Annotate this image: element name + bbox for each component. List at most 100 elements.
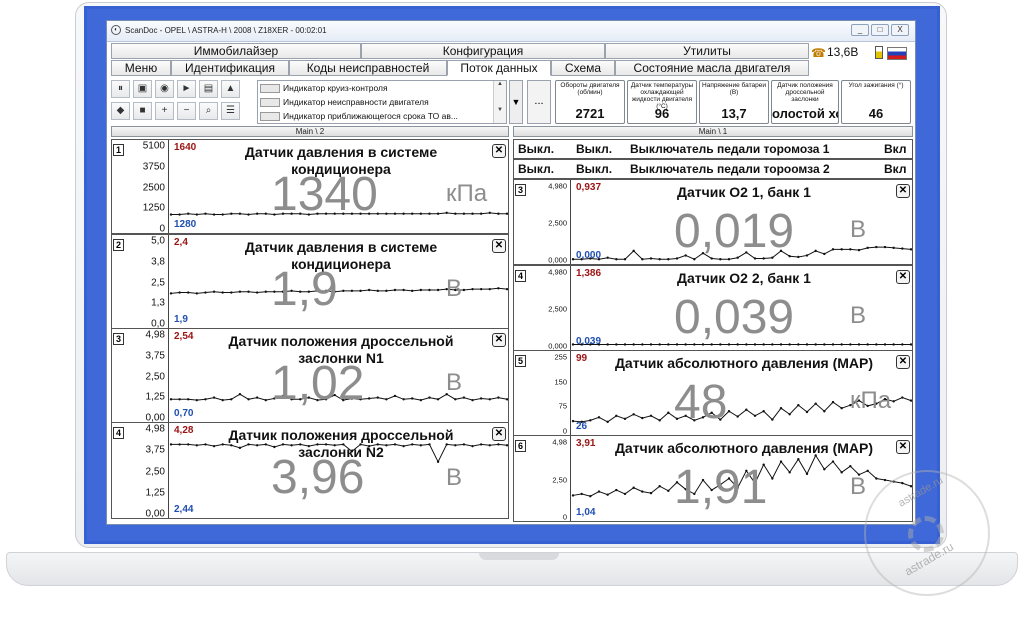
binary-state: Вкл <box>884 142 907 156</box>
data-point <box>212 290 216 293</box>
panel-title: Датчик абсолютного давления (MAP) <box>614 355 874 371</box>
maximize-button[interactable]: □ <box>871 24 889 36</box>
flag-ru-icon[interactable] <box>887 47 907 60</box>
data-point <box>238 212 242 215</box>
data-point <box>615 258 618 261</box>
tab-data-stream[interactable]: Поток данных <box>447 60 551 76</box>
y-tick: 2,500 <box>548 218 567 228</box>
data-point <box>667 489 670 493</box>
play-button[interactable]: ► <box>177 80 196 98</box>
scroll-down-icon[interactable]: ▼ <box>494 107 506 113</box>
data-point <box>204 212 207 215</box>
max-value: 1640 <box>174 142 197 153</box>
leaf-button[interactable]: ◆ <box>111 102 130 120</box>
menu-immobilizer[interactable]: Иммобилайзер <box>111 43 361 59</box>
max-value: 2,4 <box>174 237 188 248</box>
close-panel-button[interactable]: ✕ <box>896 355 910 369</box>
tab-scheme[interactable]: Схема <box>551 60 615 76</box>
data-point <box>597 490 601 493</box>
min-value: 1280 <box>174 219 197 230</box>
y-tick: 2,50 <box>145 371 165 382</box>
min-value: 1,9 <box>174 314 188 325</box>
data-point <box>376 396 379 399</box>
led-icon <box>260 84 280 94</box>
minimize-button[interactable]: _ <box>851 24 869 36</box>
graph-button[interactable]: ▲ <box>221 80 240 98</box>
data-point <box>505 287 508 291</box>
param-value: 13,7 <box>721 106 747 121</box>
data-point <box>840 248 843 251</box>
tab-fault-codes[interactable]: Коды неисправностей <box>289 60 447 76</box>
data-point <box>367 397 371 400</box>
data-point <box>264 398 267 402</box>
record-button[interactable]: ◉ <box>155 80 174 98</box>
current-value: 1340 <box>271 168 378 221</box>
indicator-item[interactable]: Индикатор неисправности двигателя <box>260 96 494 109</box>
data-point <box>402 288 405 292</box>
data-point <box>402 212 405 215</box>
close-panel-button[interactable]: ✕ <box>492 239 506 253</box>
max-value: 4,28 <box>174 425 194 436</box>
data-point <box>632 413 635 416</box>
data-point <box>187 443 190 446</box>
zoom-fit-button[interactable]: ⌕ <box>199 102 218 120</box>
zoom-in-button[interactable]: + <box>155 102 174 120</box>
data-point <box>623 417 627 421</box>
tab-identification[interactable]: Идентификация <box>171 60 289 76</box>
panel-title: Датчик давления в системе кондиционера <box>244 239 438 272</box>
data-point <box>849 343 852 346</box>
y-tick: 5,0 <box>151 235 165 247</box>
close-panel-button[interactable]: ✕ <box>896 440 910 454</box>
data-point <box>230 291 233 294</box>
current-value: 0,019 <box>674 205 795 258</box>
list-button[interactable]: ☰ <box>221 102 240 120</box>
indicator-label: Индикатор приближающегося срока ТО ав... <box>283 111 458 121</box>
sensor-panel: 4,980 2,500 0,000 3 0,937 0,000 Датчик O2 1, б… <box>513 179 913 265</box>
data-point <box>255 212 259 215</box>
stop-button[interactable]: ■ <box>133 102 152 120</box>
close-button[interactable]: X <box>891 24 909 36</box>
data-point <box>359 289 362 293</box>
data-point <box>471 287 474 291</box>
save-button[interactable]: ▣ <box>133 80 152 98</box>
close-panel-button[interactable]: ✕ <box>896 270 910 284</box>
data-point <box>883 478 887 482</box>
data-point <box>641 490 644 493</box>
data-point <box>247 213 250 216</box>
data-point <box>632 486 635 489</box>
data-point <box>814 343 817 346</box>
tab-menu[interactable]: Меню <box>111 60 171 76</box>
data-point <box>580 492 583 496</box>
laptop-notch <box>479 553 559 560</box>
scroll-up-icon[interactable]: ▲ <box>494 81 506 87</box>
y-tick: 5100 <box>142 140 165 152</box>
data-point <box>385 289 388 293</box>
data-point <box>571 419 575 423</box>
data-point <box>779 407 783 410</box>
data-point <box>402 398 405 401</box>
pause-button[interactable]: ⏸ <box>111 80 130 98</box>
more-button[interactable]: ... <box>527 80 551 124</box>
close-panel-button[interactable]: ✕ <box>492 144 506 158</box>
indicator-item[interactable]: Индикатор круиз-контроля <box>260 82 494 95</box>
panel-title: Датчик абсолютного давления (MAP) <box>614 440 874 456</box>
zoom-out-button[interactable]: − <box>177 102 196 120</box>
close-panel-button[interactable]: ✕ <box>492 333 506 347</box>
menu-configuration[interactable]: Конфигурация <box>361 43 605 59</box>
y-tick: 2,5 <box>151 277 165 288</box>
data-point <box>623 343 627 346</box>
list-scrollbar[interactable]: ▲ ▼ <box>493 81 506 123</box>
close-panel-button[interactable]: ✕ <box>896 184 910 198</box>
led-icon <box>260 98 280 108</box>
data-point <box>571 343 575 346</box>
folder-button[interactable]: ▤ <box>199 80 218 98</box>
data-point <box>497 287 500 290</box>
data-point <box>195 444 199 447</box>
tab-oil-state[interactable]: Состояние масла двигателя <box>615 60 809 76</box>
dropdown-button[interactable]: ▼ <box>509 80 523 124</box>
menu-utilities[interactable]: Утилиты <box>605 43 809 59</box>
indicator-list[interactable]: Индикатор круиз-контроля Индикатор неисп… <box>257 80 507 124</box>
close-panel-button[interactable]: ✕ <box>492 427 506 441</box>
y-tick: 4,98 <box>552 437 567 447</box>
indicator-item[interactable]: Индикатор приближающегося срока ТО ав... <box>260 110 494 123</box>
